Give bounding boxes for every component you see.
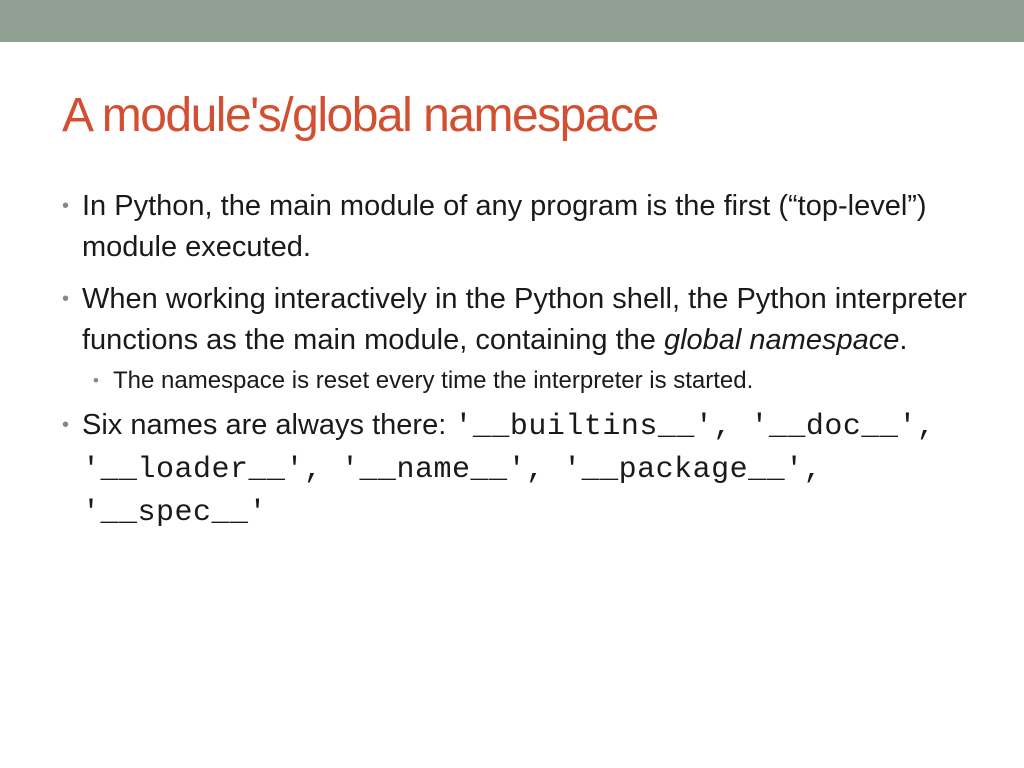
bullet-item: • Six names are always there: '__builtins…	[62, 405, 982, 534]
sub-bullet-text: The namespace is reset every time the in…	[113, 367, 754, 394]
bullet-dot-icon: •	[62, 195, 70, 217]
bullet-text: In Python, the main module of any progra…	[82, 190, 927, 263]
bullet-dot-icon: •	[62, 288, 70, 310]
slide-title: A module's/global namespace	[62, 89, 659, 142]
bullet-item: • In Python, the main module of any progr…	[62, 186, 982, 268]
bullet-italic-text: global namespace	[663, 324, 900, 356]
bullet-item: • When working interactively in the Pytho…	[62, 279, 982, 361]
bullet-text-end: .	[899, 324, 908, 356]
bullet-dot-icon: •	[93, 371, 99, 390]
slide: A module's/global namespace • In Python, …	[0, 0, 1024, 768]
sub-bullet-item: • The namespace is reset every time the i…	[93, 364, 982, 397]
bullet-dot-icon: •	[62, 414, 70, 436]
bullet-text: Six names are always there:	[82, 409, 455, 441]
bullet-text-end: .	[302, 231, 311, 263]
header-band	[0, 0, 1024, 42]
bullet-list: • In Python, the main module of any progr…	[62, 186, 982, 545]
